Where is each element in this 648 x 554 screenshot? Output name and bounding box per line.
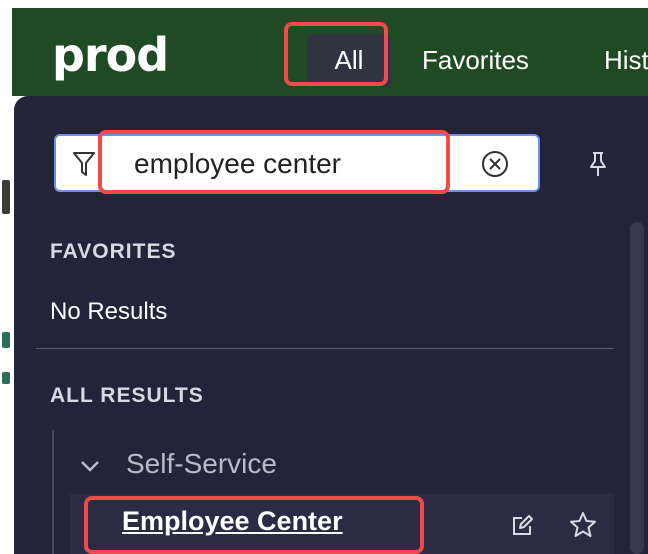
background-mark <box>2 180 10 214</box>
highlight-box-search <box>98 130 450 194</box>
edit-icon[interactable] <box>510 514 534 538</box>
nav-tab-history[interactable]: Hist <box>604 34 648 86</box>
highlight-box-result <box>84 496 424 554</box>
pin-icon[interactable] <box>586 150 610 178</box>
section-divider <box>36 348 614 349</box>
favorites-section-title: FAVORITES <box>50 240 177 263</box>
filter-icon <box>73 152 95 176</box>
background-mark <box>2 332 10 348</box>
background-mark <box>2 372 10 384</box>
tree-indent-line <box>52 430 54 554</box>
favorites-no-results: No Results <box>50 298 168 325</box>
panel-scrollbar[interactable] <box>630 222 644 554</box>
clear-icon[interactable] <box>480 149 510 179</box>
app-logo: prod <box>52 28 169 82</box>
nav-tab-favorites[interactable]: Favorites <box>422 34 529 86</box>
highlight-box-all-tab <box>284 22 388 86</box>
star-icon[interactable] <box>568 510 598 540</box>
chevron-down-icon <box>81 461 99 472</box>
all-results-section-title: ALL RESULTS <box>50 384 204 407</box>
background-page-edge <box>0 96 14 554</box>
group-label: Self-Service <box>126 448 277 479</box>
